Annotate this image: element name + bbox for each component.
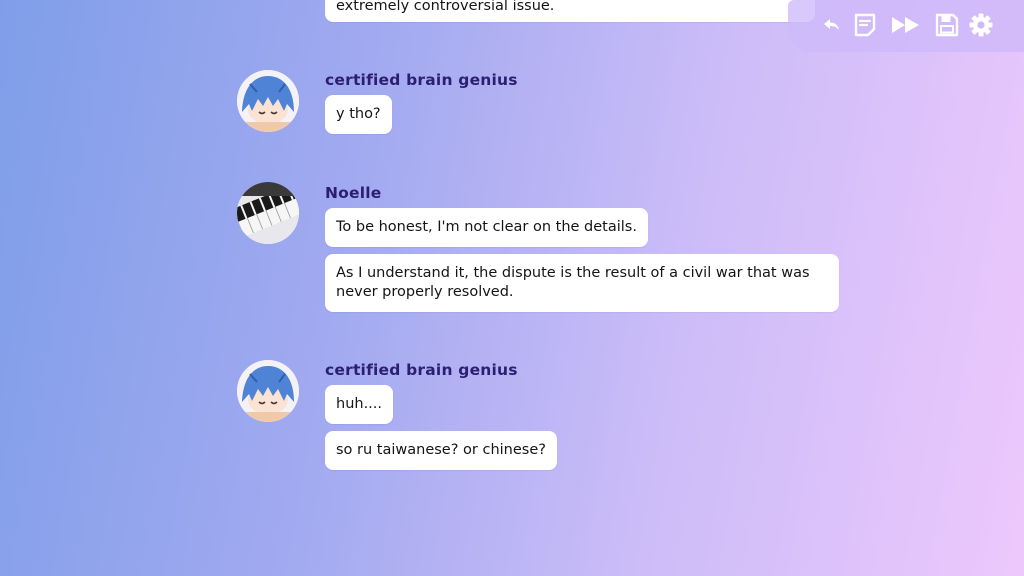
message-bubble: To be honest, I'm not clear on the detai… (325, 208, 648, 247)
message-bubble: y tho? (325, 95, 392, 134)
message-text: extremely controversial issue. (336, 0, 555, 14)
gear-icon[interactable] (968, 12, 994, 38)
message-bubble: huh.... (325, 385, 394, 424)
sender-name: certified brain genius (325, 361, 518, 379)
quick-menu-toolbar (788, 0, 1024, 52)
history-log-icon[interactable] (852, 12, 878, 38)
fast-forward-icon[interactable] (890, 12, 922, 38)
save-icon[interactable] (934, 12, 960, 38)
message-bubble: so ru taiwanese? or chinese? (325, 431, 557, 470)
avatar-certified-brain-genius (237, 360, 299, 422)
sender-name: Noelle (325, 184, 382, 202)
avatar-certified-brain-genius (237, 70, 299, 132)
back-arrow-icon[interactable] (818, 12, 844, 38)
message-bubble: As I understand it, the dispute is the r… (325, 254, 839, 312)
sender-name: certified brain genius (325, 71, 518, 89)
avatar-noelle (237, 182, 299, 244)
message-bubble-clipped: extremely controversial issue. (325, 0, 815, 22)
